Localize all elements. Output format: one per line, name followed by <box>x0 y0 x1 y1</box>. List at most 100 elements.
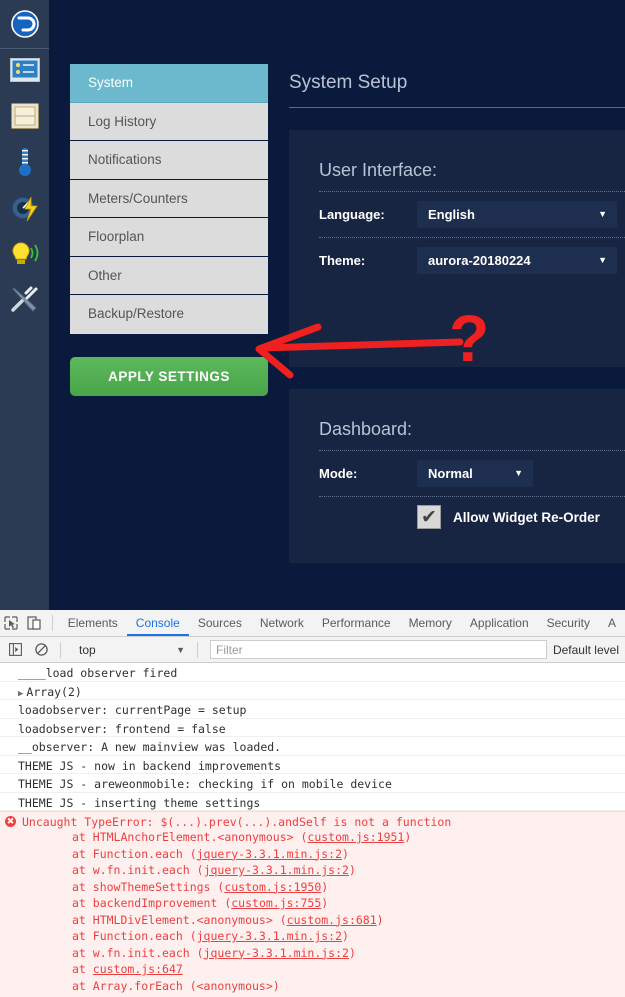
stack-frame-link[interactable]: jquery-3.3.1.min.js:2 <box>204 946 349 960</box>
stack-frame: at w.fn.init.each (jquery-3.3.1.min.js:2… <box>22 862 625 879</box>
page-title: System Setup <box>289 72 625 108</box>
console-message[interactable]: THEME JS - areweonmobile: checking if on… <box>0 774 625 793</box>
rail-item-setup[interactable] <box>0 279 49 325</box>
devtools-tabbar: Elements Console Sources Network Perform… <box>0 610 625 637</box>
stack-frame-link[interactable]: custom.js:681 <box>287 913 377 927</box>
sidebar-item-floorplan[interactable]: Floorplan <box>70 218 268 257</box>
icon-rail <box>0 0 49 610</box>
theme-row: Theme: aurora-20180224 ▼ <box>289 238 625 283</box>
sidebar-item-system[interactable]: System <box>70 64 268 103</box>
checkmark-icon: ✔ <box>421 506 437 528</box>
user-interface-heading: User Interface: <box>319 160 438 180</box>
stack-frame-suffix: ) <box>404 830 412 844</box>
tab-performance[interactable]: Performance <box>313 610 400 636</box>
devtools-panel: Elements Console Sources Network Perform… <box>0 610 625 997</box>
rail-item-energy[interactable] <box>0 187 49 233</box>
mode-value: Normal <box>428 466 473 481</box>
stack-frame-link[interactable]: jquery-3.3.1.min.js:2 <box>204 863 349 877</box>
app-logo-icon[interactable] <box>0 0 49 49</box>
device-toolbar-icon[interactable] <box>23 610 46 636</box>
stack-frame-link[interactable]: custom.js:1950 <box>224 880 321 894</box>
console-message[interactable]: loadobserver: currentPage = setup <box>0 700 625 719</box>
console-message-text: __observer: A new mainview was loaded. <box>18 740 282 754</box>
tab-sources[interactable]: Sources <box>189 610 251 636</box>
console-message-text: loadobserver: currentPage = setup <box>18 703 247 717</box>
stack-frame-suffix: ) <box>321 896 329 910</box>
stack-frame: at backendImprovement (custom.js:755) <box>22 895 625 912</box>
stack-frame-link[interactable]: custom.js:755 <box>231 896 321 910</box>
chevron-down-icon: ▼ <box>598 209 607 219</box>
theme-value: aurora-20180224 <box>428 253 531 268</box>
tab-security[interactable]: Security <box>538 610 599 636</box>
tools-icon <box>9 285 41 320</box>
stack-frame: at Array.forEach (<anonymous>) <box>22 978 625 995</box>
divider <box>60 641 61 658</box>
rail-item-climate[interactable] <box>0 141 49 187</box>
rail-item-dashboard[interactable] <box>0 49 49 95</box>
console-error-message[interactable]: ✖ Uncaught TypeError: $(...).prev(...).a… <box>0 811 625 997</box>
execution-context-value: top <box>79 642 96 657</box>
stack-frame-prefix: at w.fn.init.each ( <box>72 863 204 877</box>
chevron-down-icon: ▼ <box>598 255 607 265</box>
stack-frame-suffix: ) <box>321 879 329 894</box>
tab-elements[interactable]: Elements <box>59 610 127 636</box>
clear-console-icon[interactable] <box>28 637 54 663</box>
thermometer-icon <box>16 146 34 183</box>
console-message-text: THEME JS - now in backend improvements <box>18 758 282 773</box>
console-message[interactable]: loadobserver: frontend = false <box>0 719 625 737</box>
tab-application[interactable]: Application <box>461 610 538 636</box>
console-message[interactable]: ▶ Array(2) <box>0 682 625 700</box>
rail-item-switches[interactable] <box>0 95 49 141</box>
stack-frame-prefix: at w.fn.init.each ( <box>72 945 204 960</box>
stack-frame-suffix: ) <box>348 945 356 960</box>
expand-triangle-icon[interactable]: ▶ <box>18 689 23 699</box>
sidebar-item-log-history[interactable]: Log History <box>70 102 268 141</box>
sidebar-item-meters-counters[interactable]: Meters/Counters <box>70 179 268 218</box>
stack-frame-prefix: at Function.each ( <box>72 846 197 861</box>
stack-frame: at custom.js:647 <box>22 961 625 978</box>
theme-label: Theme: <box>319 253 366 268</box>
theme-select[interactable]: aurora-20180224 ▼ <box>417 247 617 274</box>
filter-input[interactable]: Filter <box>210 640 547 659</box>
tab-audits[interactable]: A <box>599 610 625 636</box>
stack-frame-suffix: ) <box>342 846 349 861</box>
sidebar-item-notifications[interactable]: Notifications <box>70 141 268 180</box>
stack-frame-prefix: at backendImprovement ( <box>72 896 232 910</box>
stack-frame: at HTMLDivElement.<anonymous> (custom.js… <box>22 912 625 929</box>
error-title: Uncaught TypeError: $(...).prev(...).and… <box>22 815 452 829</box>
allow-widget-reorder-checkbox[interactable]: ✔ <box>417 505 441 529</box>
inspect-element-icon[interactable] <box>0 610 23 636</box>
log-level-select[interactable]: Default level <box>553 643 623 657</box>
stack-frame-prefix: at showThemeSettings ( <box>72 879 225 894</box>
mode-select[interactable]: Normal ▼ <box>417 460 533 487</box>
stack-frame-link[interactable]: custom.js:1951 <box>307 830 404 844</box>
allow-widget-reorder-label: Allow Widget Re-Order <box>453 509 600 525</box>
stack-frame: at w.fn.init.each (jquery-3.3.1.min.js:2… <box>22 945 625 962</box>
console-message[interactable]: THEME JS - now in backend improvements <box>0 756 625 774</box>
stack-frame-prefix: at <box>72 962 93 976</box>
language-select[interactable]: English ▼ <box>417 201 617 228</box>
sidebar-item-backup-restore[interactable]: Backup/Restore <box>70 295 268 334</box>
allow-widget-reorder-row: ✔ Allow Widget Re-Order <box>289 497 625 537</box>
console-message-text: THEME JS - inserting theme settings <box>18 795 261 810</box>
console-message[interactable]: ____load observer fired <box>0 663 625 682</box>
console-message-text: ____load observer fired <box>18 666 178 680</box>
light-switch-icon <box>10 102 39 134</box>
tab-memory[interactable]: Memory <box>400 610 461 636</box>
dashboard-screen-icon <box>9 57 40 87</box>
console-message[interactable]: __observer: A new mainview was loaded. <box>0 737 625 756</box>
chevron-down-icon: ▼ <box>514 468 523 478</box>
stack-frame-link[interactable]: jquery-3.3.1.min.js:2 <box>197 847 342 861</box>
console-filterbar: top ▼ Filter Default level <box>0 637 625 663</box>
apply-settings-button[interactable]: APPLY SETTINGS <box>70 357 268 396</box>
stack-frame-link[interactable]: jquery-3.3.1.min.js:2 <box>197 929 342 943</box>
sidebar-item-other[interactable]: Other <box>70 256 268 295</box>
tab-console[interactable]: Console <box>127 610 189 636</box>
error-icon: ✖ <box>5 816 16 827</box>
stack-frame-link[interactable]: custom.js:647 <box>93 962 183 976</box>
console-sidebar-icon[interactable] <box>2 637 28 663</box>
console-message[interactable]: THEME JS - inserting theme settings <box>0 793 625 811</box>
tab-network[interactable]: Network <box>251 610 313 636</box>
execution-context-select[interactable]: top ▼ <box>71 640 191 660</box>
rail-item-lighting[interactable] <box>0 233 49 279</box>
